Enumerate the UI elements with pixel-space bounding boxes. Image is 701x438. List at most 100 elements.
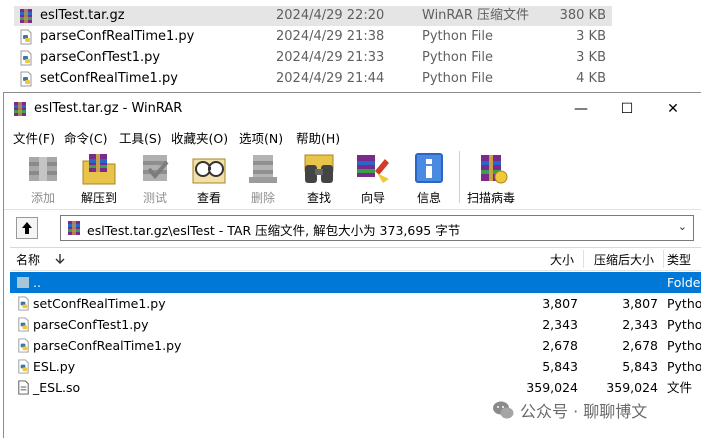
find-button[interactable]: 查找	[294, 149, 344, 207]
info-icon	[415, 153, 443, 183]
delete-icon	[249, 155, 277, 183]
python-file-icon	[18, 359, 29, 374]
view-button[interactable]: 查看	[184, 149, 234, 207]
column-divider[interactable]	[663, 250, 664, 268]
row-type: 文件	[667, 380, 693, 395]
column-divider[interactable]	[583, 250, 584, 268]
test-label: 测试	[142, 191, 167, 205]
minimize-button[interactable]: —	[558, 93, 604, 125]
row-type: Pytho	[667, 296, 701, 311]
table-row[interactable]: .. Folde	[10, 272, 701, 293]
explorer-row[interactable]: parseConfRealTime1.py 2024/4/29 21:38 Py…	[14, 27, 612, 47]
table-row[interactable]: ESL.py 5,843 5,843 Pytho	[10, 356, 701, 377]
row-type: Pytho	[667, 338, 701, 353]
explorer-file-date: 2024/4/29 22:20	[276, 8, 385, 23]
menu-options[interactable]: 选项(N)	[239, 128, 283, 147]
scan-virus-button[interactable]: 扫描病毒	[466, 149, 516, 207]
table-row[interactable]: setConfRealTime1.py 3,807 3,807 Pytho	[10, 293, 701, 314]
extract-to-button[interactable]: 解压到	[74, 149, 124, 207]
menu-commands[interactable]: 命令(C)	[64, 128, 107, 147]
row-name: ESL.py	[33, 359, 76, 374]
delete-button[interactable]: 删除	[238, 149, 288, 207]
find-icon	[304, 154, 334, 183]
explorer-file-type: Python File	[422, 50, 493, 65]
address-bar: eslTest.tar.gz\eslTest - TAR 压缩文件, 解包大小为…	[4, 211, 701, 245]
python-file-icon	[18, 338, 29, 353]
explorer-row[interactable]: eslTest.tar.gz 2024/4/29 22:20 WinRAR 压缩…	[14, 6, 612, 26]
python-file-icon	[18, 296, 29, 311]
close-button[interactable]: ✕	[650, 93, 696, 125]
wizard-button[interactable]: 向导	[348, 149, 398, 207]
test-button[interactable]: 测试	[130, 149, 180, 207]
scan-virus-label: 扫描病毒	[466, 191, 515, 205]
table-row[interactable]: parseConfTest1.py 2,343 2,343 Pytho	[10, 314, 701, 335]
explorer-file-size: 380 KB	[559, 8, 606, 23]
table-row[interactable]: parseConfRealTime1.py 2,678 2,678 Pytho	[10, 335, 701, 356]
column-header: 名称 大小 压缩后大小 类型	[10, 248, 701, 271]
menu-bar: 文件(F) 命令(C) 工具(S) 收藏夹(O) 选项(N) 帮助(H)	[4, 125, 701, 147]
row-type: Folde	[667, 275, 701, 290]
view-icon	[192, 158, 226, 184]
add-button[interactable]: 添加	[18, 149, 68, 207]
extract-to-label: 解压到	[80, 191, 117, 205]
row-type: Pytho	[667, 359, 701, 374]
menu-file[interactable]: 文件(F)	[13, 128, 55, 147]
wechat-icon	[493, 401, 514, 419]
explorer-file-date: 2024/4/29 21:44	[276, 71, 385, 86]
explorer-file-list: eslTest.tar.gz 2024/4/29 22:20 WinRAR 压缩…	[0, 0, 701, 92]
column-size[interactable]: 大小	[550, 251, 574, 268]
column-type[interactable]: 类型	[667, 251, 691, 268]
row-name: _ESL.so	[33, 380, 81, 395]
winrar-app-icon	[14, 102, 26, 116]
row-packed: 359,024	[606, 380, 658, 395]
explorer-file-size: 3 KB	[576, 50, 606, 65]
row-type: Pytho	[667, 317, 701, 332]
view-label: 查看	[196, 191, 221, 205]
row-size: 2,678	[542, 338, 578, 353]
explorer-row[interactable]: setConfRealTime1.py 2024/4/29 21:44 Pyth…	[14, 69, 612, 89]
winrar-window: eslTest.tar.gz - WinRAR — ☐ ✕ 文件(F) 命令(C…	[3, 92, 701, 438]
row-name: ..	[33, 275, 41, 290]
maximize-button[interactable]: ☐	[604, 93, 650, 125]
python-file-icon	[20, 29, 32, 45]
winrar-archive-icon	[68, 221, 80, 235]
wizard-label: 向导	[360, 191, 385, 205]
up-folder-button[interactable]	[16, 217, 38, 239]
explorer-file-name: setConfRealTime1.py	[40, 71, 178, 86]
explorer-file-size: 4 KB	[576, 71, 606, 86]
row-name: parseConfTest1.py	[33, 317, 149, 332]
path-text: eslTest.tar.gz\eslTest - TAR 压缩文件, 解包大小为…	[87, 223, 461, 238]
generic-file-icon	[18, 380, 29, 395]
row-packed: 2,678	[622, 338, 658, 353]
row-size: 5,843	[542, 359, 578, 374]
test-icon	[143, 155, 169, 181]
menu-favorites[interactable]: 收藏夹(O)	[171, 128, 228, 147]
table-row[interactable]: _ESL.so 359,024 359,024 文件	[10, 377, 701, 398]
explorer-file-type: Python File	[422, 29, 493, 44]
info-button[interactable]: 信息	[404, 149, 454, 207]
menu-help[interactable]: 帮助(H)	[296, 128, 340, 147]
watermark-text: 公众号 · 聊聊博文	[520, 402, 648, 421]
explorer-file-date: 2024/4/29 21:33	[276, 50, 385, 65]
toolbar: 添加 解压到 测试 查看 删除 查找 向导 信息 扫描病毒	[4, 147, 701, 210]
explorer-row[interactable]: parseConfTest1.py 2024/4/29 21:33 Python…	[14, 48, 612, 68]
find-label: 查找	[306, 191, 331, 205]
window-title: eslTest.tar.gz - WinRAR	[34, 101, 183, 116]
column-packed[interactable]: 压缩后大小	[594, 251, 654, 268]
column-name[interactable]: 名称	[16, 251, 40, 268]
title-bar[interactable]: eslTest.tar.gz - WinRAR — ☐ ✕	[4, 93, 701, 125]
explorer-file-name: parseConfTest1.py	[40, 50, 161, 65]
row-size: 359,024	[526, 380, 578, 395]
explorer-file-size: 3 KB	[576, 29, 606, 44]
chevron-down-icon[interactable]: ⌄	[678, 220, 687, 233]
python-file-icon	[20, 71, 32, 87]
sort-down-icon	[55, 254, 65, 264]
explorer-file-date: 2024/4/29 21:38	[276, 29, 385, 44]
wizard-icon	[357, 155, 389, 183]
row-packed: 2,343	[622, 317, 658, 332]
row-packed: 5,843	[622, 359, 658, 374]
row-packed: 3,807	[622, 296, 658, 311]
path-dropdown[interactable]: eslTest.tar.gz\eslTest - TAR 压缩文件, 解包大小为…	[60, 215, 694, 241]
menu-tools[interactable]: 工具(S)	[119, 128, 162, 147]
extract-to-icon	[82, 154, 116, 185]
